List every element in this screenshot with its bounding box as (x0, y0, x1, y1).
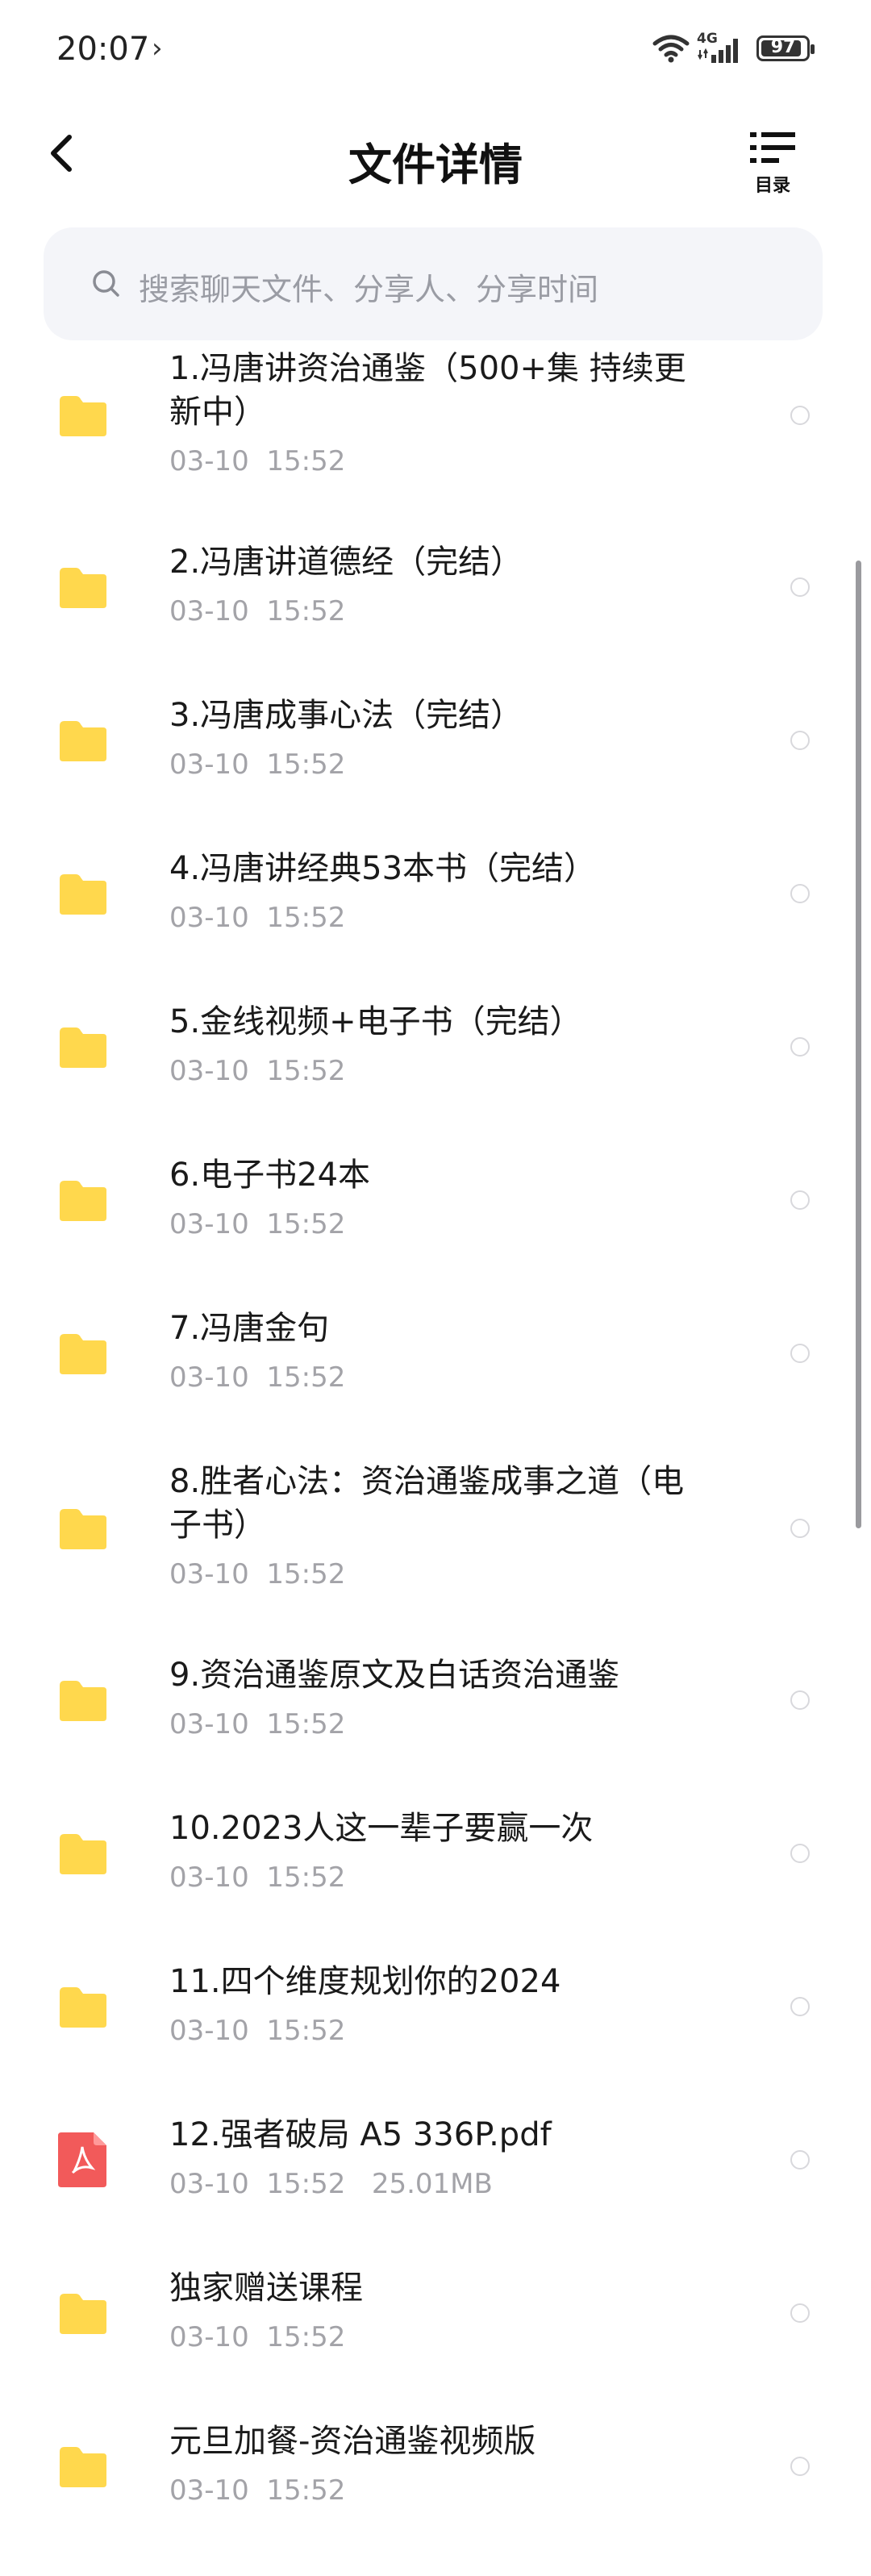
folder-icon (56, 1178, 110, 1226)
file-name: 11.四个维度规划你的2024 (169, 1963, 561, 2000)
file-row[interactable]: 1.冯唐讲资治通鉴（500+集 持续更新中） 03-10 15:52 (0, 347, 871, 506)
file-meta: 03-10 15:52 (169, 1558, 346, 1590)
file-name: 3.冯唐成事心法（完结） (169, 697, 523, 734)
list-icon (750, 132, 795, 163)
folder-icon (56, 393, 110, 441)
file-name: 12.强者破局 A5 336P.pdf (169, 2116, 552, 2153)
file-name: 4.冯唐讲经典53本书（完结） (169, 850, 597, 887)
file-row[interactable]: 3.冯唐成事心法（完结） 03-10 15:52 (0, 694, 871, 810)
status-time: 20:07 (56, 31, 150, 68)
select-radio[interactable] (790, 1190, 810, 1210)
file-meta: 03-10 15:52 (169, 2015, 346, 2047)
file-name: 10.2023人这一辈子要赢一次 (169, 1810, 594, 1847)
file-meta: 03-10 15:52 (169, 445, 346, 477)
file-meta: 03-10 15:52 (169, 748, 346, 781)
file-meta: 03-10 15:52 (169, 2474, 346, 2507)
file-meta: 03-10 15:52 (169, 1861, 346, 1894)
select-radio[interactable] (790, 1037, 810, 1057)
folder-icon (56, 1984, 110, 2032)
toc-label: 目录 (754, 176, 790, 196)
file-name: 5.金线视频+电子书（完结） (169, 1003, 582, 1040)
battery-icon: 97 (756, 35, 815, 61)
select-radio[interactable] (790, 1344, 810, 1363)
file-meta: 03-10 15:52 (169, 595, 346, 627)
file-name: 7.冯唐金句 (169, 1310, 330, 1347)
file-row[interactable]: 5.金线视频+电子书（完结） 03-10 15:52 (0, 1000, 871, 1116)
file-meta: 03-10 15:52 (169, 1361, 346, 1394)
file-name: 1.冯唐讲资治通鉴（500+集 持续更新中） (169, 350, 686, 431)
select-radio[interactable] (790, 884, 810, 903)
file-row[interactable]: 独家赠送课程 03-10 15:52 (0, 2266, 871, 2382)
status-arrow: › (152, 32, 163, 65)
file-row[interactable]: 10.2023人这一辈子要赢一次 03-10 15:52 (0, 1807, 871, 1923)
file-name: 9.资治通鉴原文及白话资治通鉴 (169, 1657, 620, 1694)
file-row[interactable]: 元旦加餐-资治通鉴视频版 03-10 15:52 (0, 2420, 871, 2536)
file-name: 2.冯唐讲道德经（完结） (169, 544, 523, 581)
folder-icon (56, 1331, 110, 1379)
file-row[interactable]: 2.冯唐讲道德经（完结） 03-10 15:52 (0, 540, 871, 657)
folder-icon (56, 2290, 110, 2339)
search-icon (93, 270, 119, 297)
folder-icon (56, 1024, 110, 1073)
file-row[interactable]: 11.四个维度规划你的2024 03-10 15:52 (0, 1960, 871, 2076)
file-row[interactable]: 9.资治通鉴原文及白话资治通鉴 03-10 15:52 (0, 1653, 871, 1769)
select-radio[interactable] (790, 1690, 810, 1710)
folder-icon (56, 2444, 110, 2492)
select-radio[interactable] (790, 1519, 810, 1538)
select-radio[interactable] (790, 1997, 810, 2016)
file-row[interactable]: 6.电子书24本 03-10 15:52 (0, 1153, 871, 1269)
file-meta: 03-10 15:52 (169, 1208, 346, 1240)
folder-icon (56, 871, 110, 919)
file-name: 8.胜者心法：资治通鉴成事之道（电子书） (169, 1463, 685, 1544)
folder-icon (56, 1678, 110, 1726)
file-name: 独家赠送课程 (169, 2270, 363, 2307)
select-radio[interactable] (790, 577, 810, 597)
toc-button[interactable]: 目录 (740, 124, 805, 197)
select-radio[interactable] (790, 2150, 810, 2170)
folder-icon (56, 1506, 110, 1554)
folder-icon (56, 1831, 110, 1879)
select-radio[interactable] (790, 406, 810, 425)
file-row[interactable]: 8.胜者心法：资治通鉴成事之道（电子书） 03-10 15:52 (0, 1460, 871, 1619)
signal-icon: 4G (697, 31, 745, 66)
file-row[interactable]: 7.冯唐金句 03-10 15:52 (0, 1307, 871, 1423)
folder-icon (56, 565, 110, 613)
search-input[interactable]: 搜索聊天文件、分享人、分享时间 (44, 227, 823, 340)
select-radio[interactable] (790, 731, 810, 750)
file-meta: 03-10 15:52 (169, 2321, 346, 2353)
file-name: 元旦加餐-资治通鉴视频版 (169, 2423, 536, 2460)
search-placeholder: 搜索聊天文件、分享人、分享时间 (139, 272, 599, 307)
file-row[interactable]: 12.强者破局 A5 336P.pdf 03-10 15:52 25.01MB (0, 2113, 871, 2229)
status-bar: 20:07 › 4G 97 (0, 0, 871, 97)
file-meta: 03-10 15:52 (169, 1055, 346, 1087)
file-meta: 03-10 15:52 (169, 902, 346, 934)
battery-level: 97 (770, 37, 796, 57)
pdf-icon (56, 2129, 110, 2194)
select-radio[interactable] (790, 2303, 810, 2323)
wifi-icon (652, 35, 690, 63)
file-row[interactable]: 4.冯唐讲经典53本书（完结） 03-10 15:52 (0, 847, 871, 963)
select-radio[interactable] (790, 1844, 810, 1863)
file-meta: 03-10 15:52 (169, 1708, 346, 1740)
app-header: 文件详情 目录 (0, 105, 871, 210)
scrollbar[interactable] (856, 561, 861, 1528)
file-meta: 03-10 15:52 25.01MB (169, 2168, 493, 2200)
select-radio[interactable] (790, 2457, 810, 2476)
folder-icon (56, 718, 110, 766)
file-name: 6.电子书24本 (169, 1157, 371, 1194)
